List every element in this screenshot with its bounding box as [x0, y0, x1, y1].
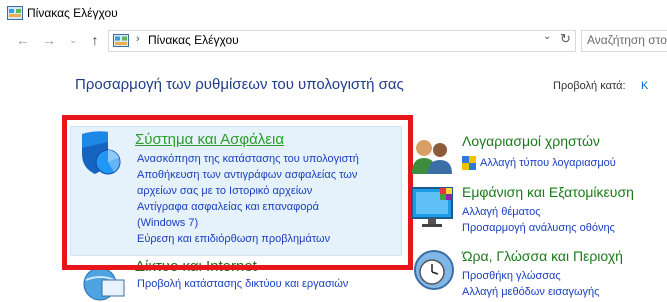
category-clock-region[interactable]: Ώρα, Γλώσσα και Περιοχή [462, 248, 623, 264]
user-accounts-icon[interactable] [410, 136, 454, 176]
red-highlight-frame [62, 115, 413, 270]
back-arrow-icon[interactable]: ← [14, 30, 32, 50]
forward-arrow-icon[interactable]: → [40, 30, 58, 50]
appearance-monitor-icon[interactable] [410, 186, 456, 230]
page-heading: Προσαρμογή των ρυθμίσεων του υπολογιστή … [75, 76, 404, 93]
link-screen-resolution[interactable]: Προσαρμογή ανάλυσης οθόνης [462, 222, 615, 234]
link-network-status[interactable]: Προβολή κατάστασης δικτύου και εργασιών [137, 276, 348, 292]
up-arrow-icon[interactable]: ↑ [86, 30, 104, 50]
uac-shield-icon [462, 156, 476, 170]
view-by-dropdown[interactable]: K [641, 80, 648, 92]
category-user-accounts[interactable]: Λογαριασμοί χρηστών [462, 133, 600, 149]
link-change-theme[interactable]: Αλλαγή θέματος [462, 206, 541, 218]
search-placeholder: Αναζήτηση στο [587, 33, 667, 47]
recent-locations-icon[interactable]: ⌄ [64, 30, 82, 50]
link-add-language[interactable]: Προσθήκη γλώσσας [462, 270, 561, 282]
clock-globe-icon[interactable] [412, 248, 456, 292]
link-change-input-methods[interactable]: Αλλαγή μεθόδων εισαγωγής [462, 286, 599, 298]
view-by-label: Προβολή κατά: [553, 80, 626, 92]
control-panel-address-icon [113, 34, 129, 47]
window-title: Πίνακας Ελέγχου [27, 6, 118, 20]
address-dropdown-icon[interactable]: ⌄ [543, 31, 551, 42]
category-appearance[interactable]: Εμφάνιση και Εξατομίκευση [462, 184, 634, 200]
refresh-icon[interactable]: ↻ [560, 31, 574, 49]
link-change-account-type[interactable]: Αλλαγή τύπου λογαριασμού [480, 157, 616, 169]
breadcrumb-control-panel[interactable]: Πίνακας Ελέγχου [148, 33, 239, 47]
control-panel-icon [7, 6, 23, 20]
breadcrumb-chevron-icon[interactable]: › [136, 33, 140, 45]
